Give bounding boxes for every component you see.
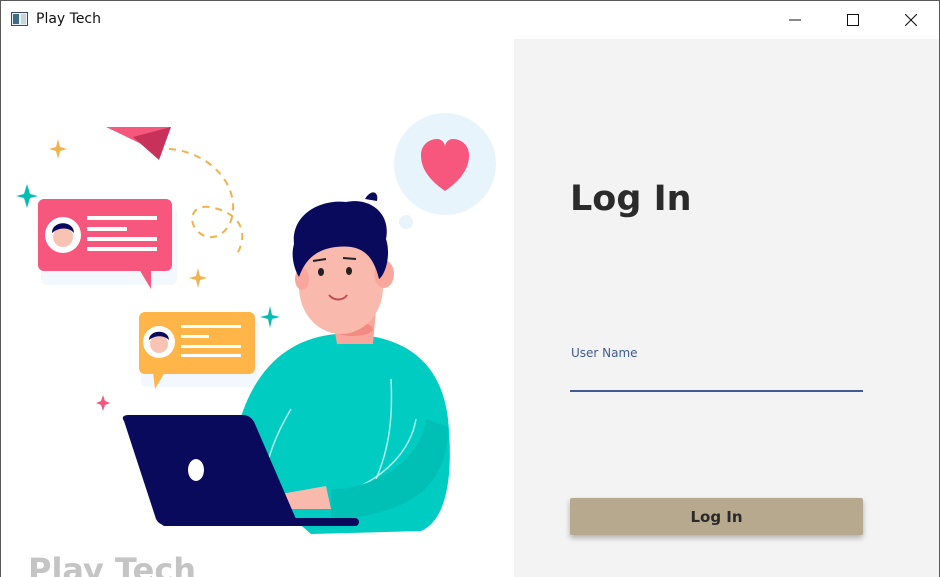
maximize-button[interactable] (824, 1, 882, 39)
person-chatting-illustration (16, 113, 496, 534)
paper-plane-icon (106, 127, 171, 160)
chat-bubble-orange (139, 312, 259, 389)
minimize-button[interactable] (766, 1, 824, 39)
login-panel: Log In User Name Log In (514, 39, 939, 577)
close-icon (905, 14, 917, 26)
plane-trail (168, 148, 244, 255)
chat-bubble-pink (38, 199, 177, 289)
close-button[interactable] (882, 1, 939, 39)
username-input[interactable] (570, 364, 863, 392)
title-bar[interactable]: Play Tech (1, 1, 939, 39)
login-button[interactable]: Log In (570, 498, 863, 535)
app-icon (11, 12, 28, 26)
maximize-icon (847, 14, 859, 26)
brand-title: Play Tech (28, 551, 197, 577)
login-heading: Log In (570, 179, 692, 219)
app-window: Play Tech Play Tech Log In User Name Log… (0, 0, 940, 577)
window-title: Play Tech (36, 11, 102, 27)
username-label: User Name (571, 346, 638, 360)
minimize-icon (789, 19, 801, 21)
left-panel: Play Tech (1, 39, 514, 577)
heart-bubble (394, 113, 496, 229)
